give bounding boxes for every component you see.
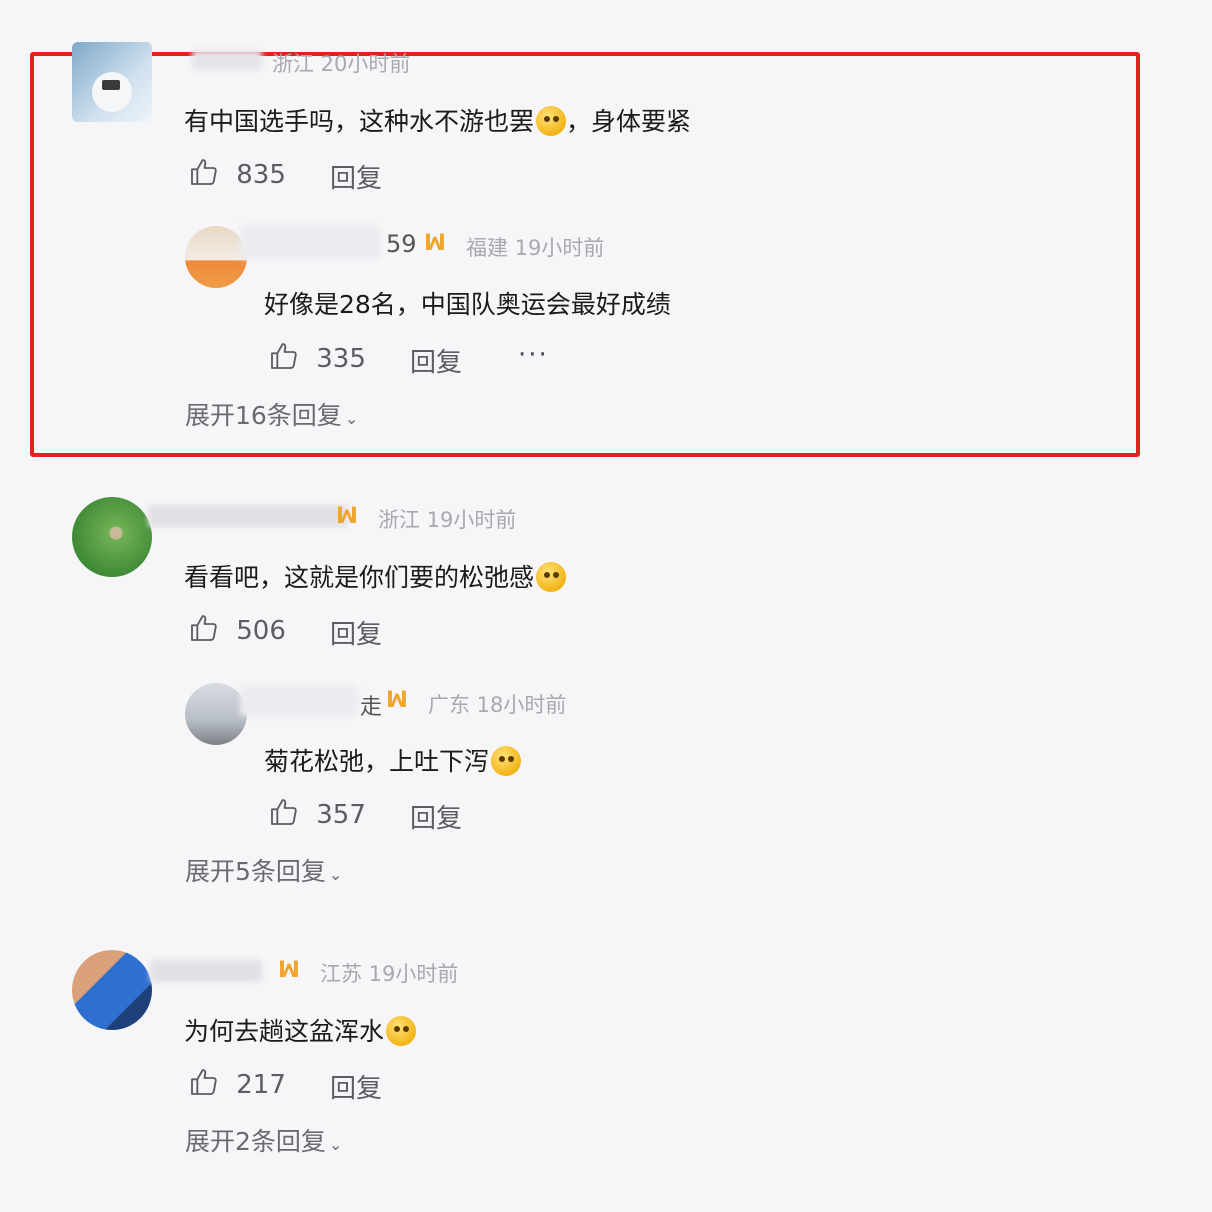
- reply-reply-button[interactable]: 回复: [410, 798, 462, 835]
- reply-button[interactable]: 回复: [330, 158, 382, 195]
- reply-reply-button[interactable]: 回复: [410, 342, 462, 379]
- expand-replies-button[interactable]: 展开2条回复 ⌄: [185, 1122, 342, 1158]
- avatar[interactable]: [72, 42, 152, 122]
- avatar[interactable]: [72, 950, 152, 1030]
- grin-sweat-emoji-icon: [536, 562, 567, 592]
- thumbs-up-icon: [188, 156, 220, 188]
- crying-emoji-icon: [386, 1016, 417, 1046]
- thumbs-up-icon: [188, 612, 220, 644]
- reply-username-obscured[interactable]: [240, 225, 380, 259]
- reply-text: 菊花松弛，上吐下泻: [264, 742, 522, 778]
- reply-button[interactable]: 回复: [330, 614, 382, 651]
- more-options-icon[interactable]: ···: [518, 340, 549, 370]
- username-obscured[interactable]: [150, 960, 262, 982]
- reply-avatar[interactable]: [185, 683, 247, 745]
- vip-badge-icon: ꟽ: [278, 958, 300, 983]
- chevron-down-icon: ⌄: [344, 409, 359, 428]
- comment-text: 有中国选手吗，这种水不游也罢 ，身体要紧: [184, 106, 692, 136]
- reply-like-count: 357: [316, 800, 366, 830]
- like-button[interactable]: 506: [188, 612, 286, 646]
- vip-badge-icon: ꟽ: [424, 231, 446, 256]
- expand-replies-button[interactable]: 展开16条回复 ⌄: [185, 396, 358, 432]
- comment-text: 看看吧，这就是你们要的松弛感: [184, 558, 567, 594]
- thumbs-up-icon: [268, 340, 300, 372]
- reply-like-button[interactable]: 335: [268, 340, 366, 374]
- username-obscured[interactable]: [148, 505, 348, 527]
- location-time: 浙江 20小时前: [272, 52, 411, 76]
- reply-text: 好像是28名，中国队奥运会最好成绩: [264, 290, 671, 319]
- reply-like-button[interactable]: 357: [268, 796, 366, 830]
- like-count: 506: [236, 616, 286, 646]
- comment-text: 为何去趟这盆浑水: [184, 1012, 417, 1048]
- thumbs-up-icon: [268, 796, 300, 828]
- comment-1: 浙江 20小时前 有中国选手吗，这种水不游也罢 ，身体要紧 835 回复 59 ꟽ…: [0, 0, 1212, 460]
- crying-emoji-icon: [536, 106, 567, 136]
- chevron-down-icon: ⌄: [328, 865, 343, 884]
- location-time: 江苏 19小时前: [320, 962, 459, 986]
- vip-badge-icon: ꟽ: [386, 688, 408, 713]
- reply-name-suffix: 59: [386, 230, 417, 258]
- username-obscured[interactable]: [192, 50, 262, 70]
- reply-name-suffix: 走: [360, 695, 383, 720]
- reply-location-time: 福建 19小时前: [466, 236, 605, 260]
- reply-like-count: 335: [316, 344, 366, 374]
- reply-username-obscured[interactable]: [240, 686, 358, 716]
- reply-button[interactable]: 回复: [330, 1068, 382, 1105]
- reply-avatar[interactable]: [185, 226, 247, 288]
- thumbs-up-icon: [188, 1066, 220, 1098]
- vip-badge-icon: ꟽ: [336, 504, 358, 529]
- expand-replies-button[interactable]: 展开5条回复 ⌄: [185, 852, 342, 888]
- cat-emoji-icon: [491, 746, 522, 776]
- chevron-down-icon: ⌄: [328, 1135, 343, 1154]
- like-button[interactable]: 217: [188, 1066, 286, 1100]
- location-time: 浙江 19小时前: [378, 508, 517, 532]
- avatar[interactable]: [72, 497, 152, 577]
- like-button[interactable]: 835: [188, 156, 286, 190]
- like-count: 217: [236, 1070, 286, 1100]
- reply-location-time: 广东 18小时前: [428, 693, 567, 717]
- like-count: 835: [236, 160, 286, 190]
